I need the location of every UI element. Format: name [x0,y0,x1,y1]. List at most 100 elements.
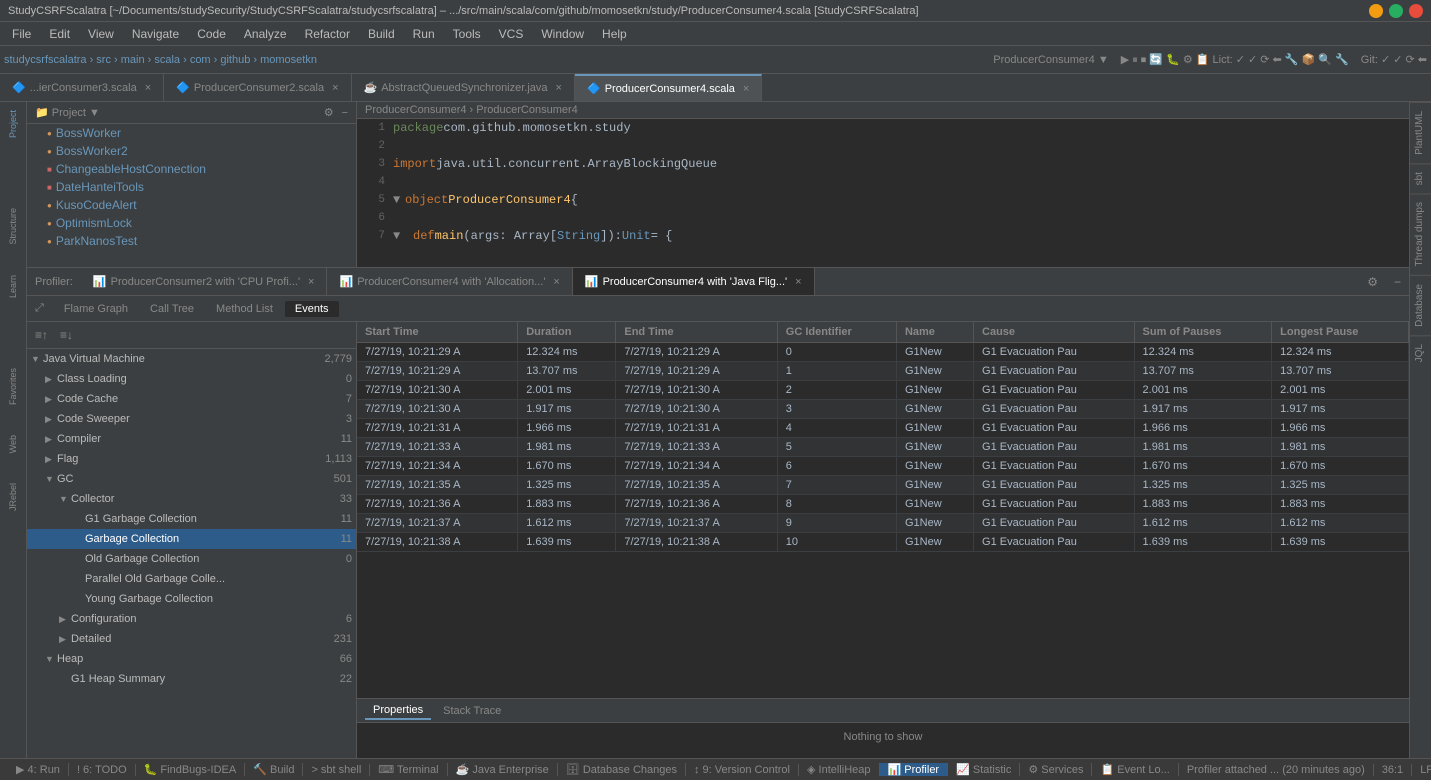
right-tab-plantuml[interactable]: PlantUML [1410,102,1431,163]
file-tab-3[interactable]: 🔷ProducerConsumer4.scala× [575,74,762,101]
menu-item-tools[interactable]: Tools [445,25,489,43]
profiler-tab-2[interactable]: 📊 ProducerConsumer4 with 'Allocation...'… [327,268,572,295]
right-tab-thread-dumps[interactable]: Thread dumps [1410,193,1431,274]
file-tab-2[interactable]: ☕AbstractQueuedSynchronizer.java× [352,74,575,101]
pv-tab-events[interactable]: Events [285,301,339,317]
ptree-item-1[interactable]: ▶Class Loading0 [27,369,356,389]
table-row-3[interactable]: 7/27/19, 10:21:30 A1.917 ms7/27/19, 10:2… [357,400,1409,419]
status-encoding[interactable]: LF UTF-8 2 spaces [1412,764,1431,776]
ptree-item-7[interactable]: ▼Collector33 [27,489,356,509]
right-tab-database[interactable]: Database [1410,275,1431,335]
tree-item-5[interactable]: ●OptimismLock [27,214,356,232]
profiler-settings-button[interactable]: ⚙ [1359,271,1386,293]
col-longest-pause[interactable]: Longest Pause [1272,322,1409,343]
menu-item-vcs[interactable]: VCS [491,25,532,43]
tree-item-6[interactable]: ●ParkNanosTest [27,232,356,250]
status-terminal[interactable]: ⌨ Terminal [370,763,447,776]
table-row-5[interactable]: 7/27/19, 10:21:33 A1.981 ms7/27/19, 10:2… [357,438,1409,457]
col-name[interactable]: Name [896,322,973,343]
menu-item-help[interactable]: Help [594,25,635,43]
table-row-9[interactable]: 7/27/19, 10:21:37 A1.612 ms7/27/19, 10:2… [357,514,1409,533]
sidebar-icon-project[interactable]: Project [6,106,20,142]
maximize-button[interactable] [1389,4,1403,18]
right-tab-sbt[interactable]: sbt [1410,163,1431,193]
profiler-tab-3[interactable]: 📊 ProducerConsumer4 with 'Java Flig...' … [573,268,815,295]
status-version-control[interactable]: ↕ 9: Version Control [686,764,799,776]
col-gc-id[interactable]: GC Identifier [777,322,896,343]
file-tab-close-0[interactable]: × [145,82,151,94]
status-findbugs[interactable]: 🐛 FindBugs-IDEA [136,763,246,776]
ptree-item-14[interactable]: ▶Detailed231 [27,629,356,649]
sidebar-icon-web[interactable]: Web [6,431,20,457]
menu-item-refactor[interactable]: Refactor [297,25,358,43]
ptree-item-12[interactable]: Young Garbage Collection [27,589,356,609]
ptree-item-15[interactable]: ▼Heap66 [27,649,356,669]
profiler-tab-1-close[interactable]: × [308,276,314,288]
ptree-item-5[interactable]: ▶Flag1,113 [27,449,356,469]
ptree-item-9[interactable]: Garbage Collection11 [27,529,356,549]
status-position[interactable]: 36:1 [1374,764,1412,776]
pv-tab-flame[interactable]: Flame Graph [54,301,138,317]
status-db-changes[interactable]: 🗄 Database Changes [558,763,686,776]
menu-item-analyze[interactable]: Analyze [236,25,295,43]
profiler-minimize-button[interactable]: − [1386,271,1409,293]
profiler-tab-3-close[interactable]: × [795,276,801,288]
status-todo[interactable]: ! 6: TODO [69,764,136,776]
menu-item-navigate[interactable]: Navigate [124,25,187,43]
status-event-log[interactable]: 📋 Event Lo... [1092,763,1178,776]
ptree-item-16[interactable]: G1 Heap Summary22 [27,669,356,689]
file-tab-close-3[interactable]: × [743,83,749,95]
status-services[interactable]: ⚙ Services [1020,763,1092,776]
col-end-time[interactable]: End Time [616,322,777,343]
sidebar-icon-learn[interactable]: Learn [6,271,20,302]
tree-item-3[interactable]: ■DateHanteiTools [27,178,356,196]
close-button[interactable] [1409,4,1423,18]
sidebar-icon-structure[interactable]: Structure [6,204,20,249]
collapse-all-button[interactable]: ≡↑ [31,326,52,344]
ptree-item-3[interactable]: ▶Code Sweeper3 [27,409,356,429]
ptree-item-11[interactable]: Parallel Old Garbage Colle... [27,569,356,589]
right-tab-jql[interactable]: JQL [1410,335,1431,370]
sidebar-icon-favorites[interactable]: Favorites [6,364,20,409]
menu-item-code[interactable]: Code [189,25,234,43]
file-tab-close-1[interactable]: × [332,82,338,94]
minimize-button[interactable] [1369,4,1383,18]
menu-item-file[interactable]: File [4,25,39,43]
sidebar-icon-jrebel[interactable]: JRebel [6,479,20,515]
project-tree-close[interactable]: − [342,107,348,119]
status-statistic[interactable]: 📈 Statistic [948,763,1020,776]
menu-item-build[interactable]: Build [360,25,403,43]
file-tab-close-2[interactable]: × [556,82,562,94]
menu-item-window[interactable]: Window [533,25,592,43]
menu-item-edit[interactable]: Edit [41,25,78,43]
col-sum-pauses[interactable]: Sum of Pauses [1134,322,1272,343]
code-view[interactable]: 1package com.github.momosetkn.study 2 3i… [357,119,1409,267]
pv-tab-call[interactable]: Call Tree [140,301,204,317]
ptree-item-2[interactable]: ▶Code Cache7 [27,389,356,409]
table-row-4[interactable]: 7/27/19, 10:21:31 A1.966 ms7/27/19, 10:2… [357,419,1409,438]
table-row-10[interactable]: 7/27/19, 10:21:38 A1.639 ms7/27/19, 10:2… [357,533,1409,552]
status-sbt[interactable]: > sbt shell [303,764,370,776]
profiler-tab-1[interactable]: 📊 ProducerConsumer2 with 'CPU Profi...' … [81,268,328,295]
status-run[interactable]: ▶ 4: Run [8,763,69,776]
col-cause[interactable]: Cause [974,322,1135,343]
ptree-item-8[interactable]: G1 Garbage Collection11 [27,509,356,529]
col-duration[interactable]: Duration [518,322,616,343]
tree-item-4[interactable]: ●KusoCodeAlert [27,196,356,214]
ptree-item-6[interactable]: ▼GC501 [27,469,356,489]
tree-item-1[interactable]: ●BossWorker2 [27,142,356,160]
table-row-8[interactable]: 7/27/19, 10:21:36 A1.883 ms7/27/19, 10:2… [357,495,1409,514]
properties-tab[interactable]: Properties [365,702,431,720]
pv-tab-method[interactable]: Method List [206,301,283,317]
ptree-item-13[interactable]: ▶Configuration6 [27,609,356,629]
col-start-time[interactable]: Start Time [357,322,518,343]
expand-all-button[interactable]: ≡↓ [56,326,77,344]
file-tab-0[interactable]: 🔷...ierConsumer3.scala× [0,74,164,101]
table-row-2[interactable]: 7/27/19, 10:21:30 A2.001 ms7/27/19, 10:2… [357,381,1409,400]
project-tree-settings[interactable]: ⚙ [324,106,334,119]
table-row-1[interactable]: 7/27/19, 10:21:29 A13.707 ms7/27/19, 10:… [357,362,1409,381]
ptree-item-0[interactable]: ▼Java Virtual Machine2,779 [27,349,356,369]
status-profiler[interactable]: 📊 Profiler [880,763,949,776]
menu-item-view[interactable]: View [80,25,122,43]
profiler-expand-icon[interactable]: ⤢ [35,302,44,315]
